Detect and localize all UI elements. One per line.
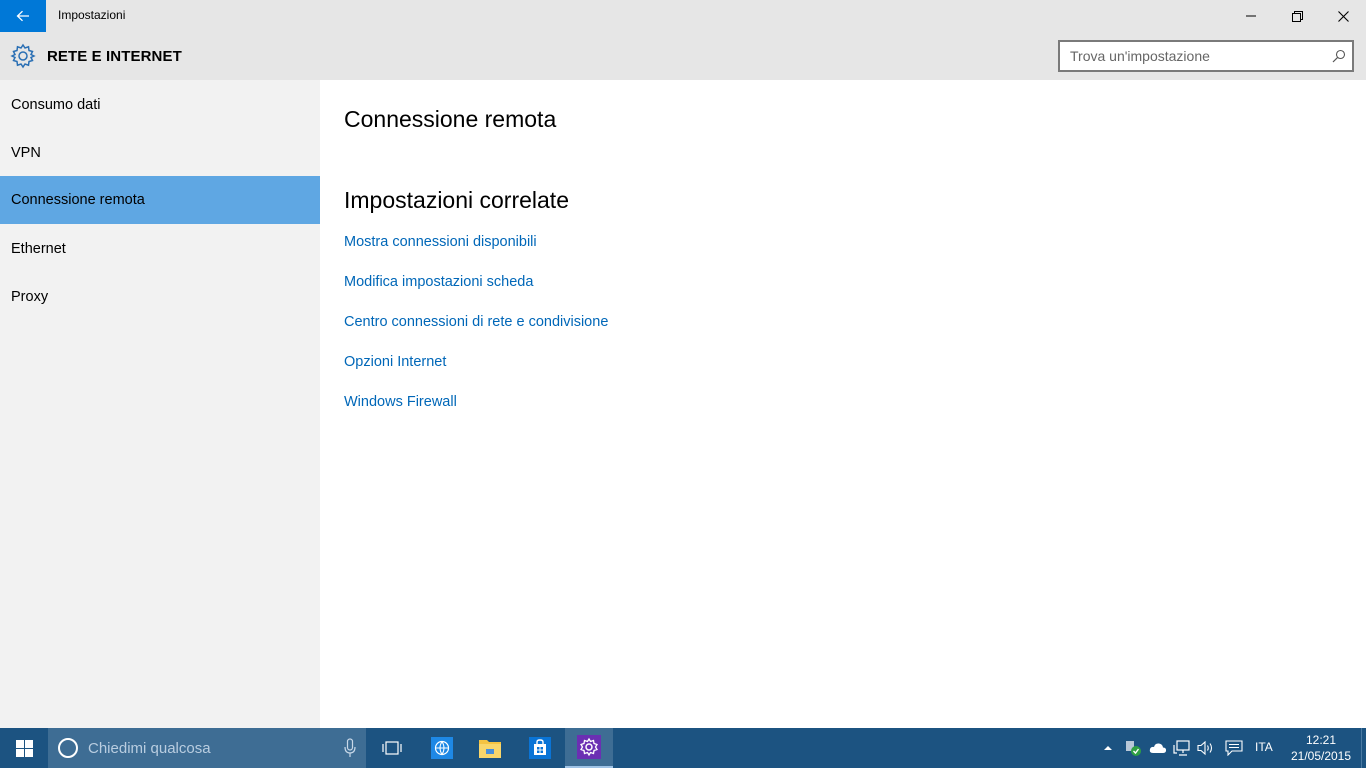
show-hidden-icons-button[interactable] [1098, 738, 1118, 758]
sidebar-item-label: Ethernet [11, 241, 66, 257]
sidebar-item-ethernet[interactable]: Ethernet [0, 225, 320, 273]
sidebar-item-label: Proxy [11, 289, 49, 305]
edge-browser-icon [431, 737, 453, 759]
sidebar-item-consumo-dati[interactable]: Consumo dati [0, 81, 320, 129]
page-title: Connessione remota [344, 106, 557, 132]
input-language-indicator[interactable]: ITA [1255, 740, 1273, 754]
settings-icon [577, 735, 601, 759]
restore-button[interactable] [1274, 0, 1320, 32]
sidebar-item-vpn[interactable]: VPN [0, 129, 320, 177]
file-explorer-button[interactable] [466, 728, 514, 768]
volume-tray-button[interactable] [1196, 738, 1216, 758]
main-content: Connessione remota Impostazioni correlat… [320, 80, 1366, 728]
sidebar-item-label: Consumo dati [11, 97, 101, 113]
show-desktop-button[interactable] [1361, 728, 1366, 768]
settings-search-input[interactable] [1060, 42, 1322, 70]
related-settings-heading: Impostazioni correlate [344, 187, 569, 213]
back-arrow-icon [16, 10, 29, 22]
close-icon [1337, 10, 1349, 22]
store-icon [529, 737, 551, 759]
onedrive-icon [1149, 743, 1167, 753]
link-centro-connessioni[interactable]: Centro connessioni di rete e condivision… [344, 314, 608, 330]
sidebar-item-proxy[interactable]: Proxy [0, 273, 320, 321]
sidebar-item-label: Connessione remota [11, 192, 145, 208]
minimize-button[interactable] [1228, 0, 1274, 32]
section-title: RETE E INTERNET [47, 48, 182, 65]
start-button[interactable] [0, 728, 48, 768]
chevron-up-icon [1104, 746, 1112, 750]
clock-time: 12:21 [1305, 733, 1337, 747]
task-view-button[interactable] [368, 728, 416, 768]
settings-app-button[interactable] [565, 728, 613, 768]
sidebar: Consumo dati VPN Connessione remota Ethe… [0, 80, 320, 728]
windows-logo-icon [15, 739, 33, 757]
settings-search-box[interactable] [1058, 40, 1354, 72]
back-button[interactable] [0, 0, 46, 32]
minimize-icon [1246, 15, 1256, 17]
link-mostra-connessioni[interactable]: Mostra connessioni disponibili [344, 234, 537, 250]
action-center-icon [1225, 740, 1243, 756]
link-opzioni-internet[interactable]: Opzioni Internet [344, 354, 446, 370]
file-explorer-icon [479, 740, 501, 758]
restore-icon [1291, 10, 1303, 22]
security-icon [1126, 741, 1141, 756]
store-button[interactable] [516, 728, 564, 768]
volume-icon [1197, 740, 1213, 756]
title-bar: Impostazioni [0, 0, 1366, 32]
sidebar-item-label: VPN [11, 145, 41, 161]
close-button[interactable] [1320, 0, 1366, 32]
search-icon[interactable] [1332, 49, 1346, 63]
edge-browser-button[interactable] [418, 728, 466, 768]
network-tray-button[interactable] [1172, 738, 1192, 758]
action-center-button[interactable] [1224, 738, 1244, 758]
window-title: Impostazioni [58, 8, 126, 22]
gear-icon [10, 43, 36, 69]
security-tray-button[interactable] [1123, 738, 1143, 758]
network-icon [1173, 740, 1190, 756]
sidebar-item-connessione-remota[interactable]: Connessione remota [0, 176, 320, 224]
link-windows-firewall[interactable]: Windows Firewall [344, 394, 457, 410]
onedrive-tray-button[interactable] [1148, 738, 1168, 758]
link-modifica-scheda[interactable]: Modifica impostazioni scheda [344, 274, 533, 290]
cortana-search-placeholder: Chiedimi qualcosa [88, 740, 211, 757]
cortana-icon [58, 738, 78, 758]
cortana-search-box[interactable]: Chiedimi qualcosa [48, 728, 366, 768]
task-view-icon [382, 741, 402, 755]
clock-date: 21/05/2015 [1290, 749, 1352, 763]
taskbar-clock[interactable]: 12:21 21/05/2015 [1286, 732, 1356, 764]
microphone-icon[interactable] [344, 738, 356, 758]
settings-header: RETE E INTERNET [0, 32, 1366, 80]
taskbar: Chiedimi qualcosa ITA 12:21 21/05/2015 [0, 728, 1366, 768]
